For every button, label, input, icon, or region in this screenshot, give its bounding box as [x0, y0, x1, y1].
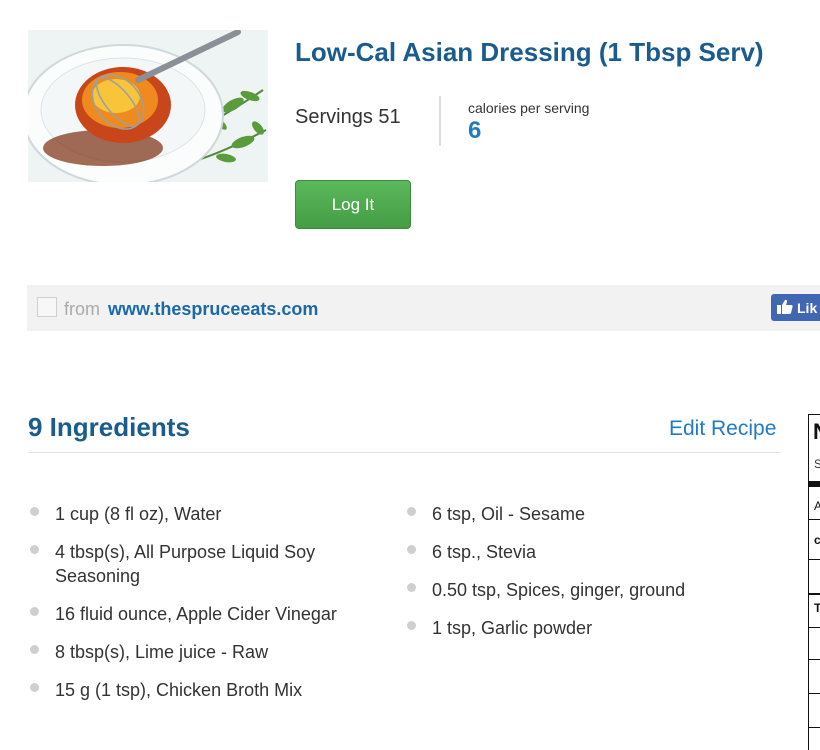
ingredient-item: 0.50 tsp, Spices, ginger, ground: [407, 578, 777, 602]
ingredient-item: 6 tsp, Oil - Sesame: [407, 502, 777, 526]
ingredient-item: 15 g (1 tsp), Chicken Broth Mix: [30, 678, 375, 702]
nutrition-thick-rule: [809, 481, 820, 487]
like-label: Lik: [797, 299, 818, 316]
ingredient-text: 6 tsp, Oil - Sesame: [432, 504, 586, 524]
ingredient-text: 1 tsp, Garlic powder: [432, 618, 593, 638]
source-bar: from www.thespruceeats.com Lik: [27, 285, 820, 331]
ingredient-text: 15 g (1 tsp), Chicken Broth Mix: [55, 680, 303, 700]
thumbs-up-icon: [777, 299, 793, 317]
facebook-like-button[interactable]: Lik: [771, 294, 820, 321]
ingredient-item: 6 tsp., Stevia: [407, 540, 777, 564]
ingredient-item: 8 tbsp(s), Lime juice - Raw: [30, 640, 375, 664]
servings-divider: [439, 96, 441, 146]
nutrition-rule: [809, 593, 820, 595]
bullet-icon: [30, 507, 39, 516]
ingredients-heading: 9 Ingredients: [28, 412, 190, 442]
ingredient-text: 0.50 tsp, Spices, ginger, ground: [432, 580, 686, 600]
bullet-icon: [407, 621, 416, 630]
calories-label: calories per serving: [468, 100, 590, 116]
bullet-icon: [30, 545, 39, 554]
nutrition-rule: [809, 627, 820, 628]
bullet-icon: [30, 607, 39, 616]
nutrition-facts-panel: N S A c T: [808, 414, 820, 750]
ingredient-item: 16 fluid ounce, Apple Cider Vinegar: [30, 602, 375, 626]
bullet-icon: [407, 507, 416, 516]
ingredient-list-column-2: 6 tsp, Oil - Sesame 6 tsp., Stevia 0.50 …: [407, 502, 777, 654]
ingredient-text: 4 tbsp(s), All Purpose Liquid Soy Season…: [55, 542, 316, 586]
ingredient-text: 6 tsp., Stevia: [432, 542, 537, 562]
nutrition-rule: [809, 727, 820, 728]
nutrition-rule: [809, 659, 820, 660]
bullet-icon: [407, 545, 416, 554]
servings-count: Servings 51: [295, 106, 401, 128]
ingredient-list-column-1: 1 cup (8 fl oz), Water 4 tbsp(s), All Pu…: [30, 502, 375, 716]
ingredient-text: 16 fluid ounce, Apple Cider Vinegar: [55, 604, 337, 624]
source-link[interactable]: www.thespruceeats.com: [108, 299, 318, 320]
nutrition-row-total: T: [814, 601, 820, 615]
bullet-icon: [30, 683, 39, 692]
source-from-label: from: [64, 299, 100, 319]
nutrition-header: N: [813, 419, 820, 445]
ingredient-item: 4 tbsp(s), All Purpose Liquid Soy Season…: [30, 540, 375, 588]
recipe-title: Low-Cal Asian Dressing (1 Tbsp Serv): [295, 37, 764, 67]
section-divider: [28, 452, 781, 453]
nutrition-row-amount: A: [814, 499, 820, 513]
edit-recipe-link[interactable]: Edit Recipe: [669, 417, 776, 441]
log-it-button[interactable]: Log It: [295, 180, 411, 229]
source-favicon: [37, 297, 57, 317]
nutrition-row-calories: c: [814, 533, 820, 547]
ingredient-text: 8 tbsp(s), Lime juice - Raw: [55, 642, 269, 662]
nutrition-rule: [809, 693, 820, 694]
ingredient-text: 1 cup (8 fl oz), Water: [55, 504, 222, 524]
nutrition-rule: [809, 559, 820, 560]
recipe-image: [28, 30, 268, 182]
bullet-icon: [30, 645, 39, 654]
bullet-icon: [407, 583, 416, 592]
nutrition-serving-label: S: [814, 457, 820, 471]
nutrition-rule: [809, 519, 820, 520]
calories-value: 6: [468, 117, 482, 144]
ingredient-item: 1 tsp, Garlic powder: [407, 616, 777, 640]
ingredient-item: 1 cup (8 fl oz), Water: [30, 502, 375, 526]
